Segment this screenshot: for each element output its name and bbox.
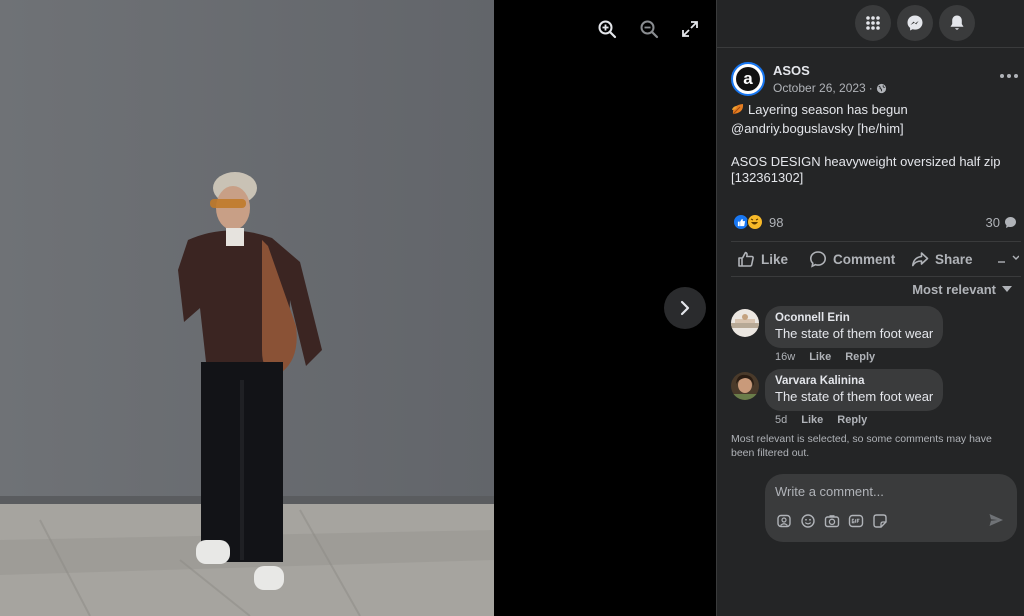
chevron-down-icon: [998, 255, 1019, 263]
comment-composer: [765, 474, 1017, 542]
photo-viewer: [0, 0, 716, 616]
page-avatar-letter: a: [736, 67, 760, 91]
share-button[interactable]: Share: [911, 242, 973, 276]
comment-time[interactable]: 16w: [775, 351, 795, 363]
send-icon[interactable]: [987, 511, 1005, 529]
more-options-button[interactable]: [997, 66, 1021, 86]
reaction-count: 98: [769, 215, 784, 230]
like-icon: [738, 251, 754, 267]
caption-line-1: Layering season has begun: [731, 102, 1021, 121]
chevron-right-icon: [680, 300, 690, 316]
like-button[interactable]: Like: [737, 242, 788, 276]
comment-sort-dropdown[interactable]: Most relevant: [912, 282, 1012, 297]
like-button-label: Like: [761, 251, 789, 267]
comment-bubble: Varvara Kalinina The state of them foot …: [765, 369, 944, 411]
avatar-sticker-icon[interactable]: [775, 512, 793, 530]
post-header: a ASOS October 26, 2023 ·: [731, 60, 1021, 100]
comment-count-value: 30: [985, 215, 1000, 230]
sort-label: Most relevant: [912, 282, 996, 297]
caret-down-icon: [1002, 286, 1012, 292]
grid-menu-icon: [866, 16, 880, 30]
filter-note: Most relevant is selected, so some comme…: [731, 433, 992, 459]
post-action-bar: Like Comment Share: [731, 241, 1021, 277]
globe-icon: [876, 83, 886, 93]
comment-button[interactable]: Comment: [809, 242, 895, 276]
top-bar: [717, 0, 1024, 48]
comment-icon: [809, 251, 827, 268]
comment-time[interactable]: 5d: [775, 414, 787, 426]
camera-icon[interactable]: [823, 512, 841, 530]
comment-text: The state of them foot wear: [775, 326, 934, 341]
comment-text: The state of them foot wear: [775, 389, 934, 404]
post-caption: Layering season has begun @andriy.bogusl…: [731, 102, 1021, 187]
page-name-link[interactable]: ASOS: [773, 63, 810, 78]
comment-reply-link[interactable]: Reply: [845, 351, 875, 363]
comment-author[interactable]: Oconnell Erin: [775, 312, 933, 324]
zoom-in-icon[interactable]: [592, 14, 622, 44]
share-icon: [912, 252, 929, 267]
gif-icon[interactable]: [847, 512, 865, 530]
comment-avatar[interactable]: [731, 372, 759, 400]
comment-avatar[interactable]: [731, 309, 759, 337]
comment-bubble: Oconnell Erin The state of them foot wea…: [765, 306, 944, 348]
post-date[interactable]: October 26, 2023: [773, 81, 866, 95]
caption-text: Layering season has begun: [748, 102, 908, 117]
comment-actions: 16w Like Reply: [775, 351, 875, 363]
comment-input[interactable]: [775, 482, 1005, 500]
notifications-button[interactable]: [939, 5, 975, 41]
messenger-icon: [907, 15, 923, 31]
menu-button[interactable]: [855, 5, 891, 41]
comment-bubble-icon: [1005, 217, 1016, 228]
caption-product-code: [132361302]: [731, 170, 804, 185]
leaf-icon: [731, 102, 745, 121]
comment-count[interactable]: 30: [986, 215, 1017, 230]
comment-like-link[interactable]: Like: [809, 351, 831, 363]
comment-button-label: Comment: [833, 251, 896, 267]
post-meta: October 26, 2023 ·: [773, 81, 887, 95]
reaction-summary[interactable]: 98 30: [731, 212, 1017, 232]
meta-separator: ·: [868, 81, 873, 95]
comment-like-link[interactable]: Like: [801, 414, 823, 426]
comment-reply-link[interactable]: Reply: [837, 414, 867, 426]
photo-illustration: [0, 0, 494, 616]
zoom-out-icon[interactable]: [634, 14, 664, 44]
share-options-button[interactable]: [997, 242, 1019, 276]
sticker-icon[interactable]: [871, 512, 889, 530]
bell-icon: [950, 15, 964, 30]
comment-actions: 5d Like Reply: [775, 414, 867, 426]
next-photo-button[interactable]: [664, 287, 706, 329]
page-avatar[interactable]: a: [731, 62, 765, 96]
post-photo[interactable]: [0, 0, 494, 616]
post-sidebar: a ASOS October 26, 2023 · Layering seaso…: [716, 0, 1024, 616]
caption-mention[interactable]: @andriy.boguslavsky [he/him]: [731, 121, 1021, 138]
emoji-icon[interactable]: [799, 512, 817, 530]
share-button-label: Share: [935, 251, 973, 267]
fullscreen-icon[interactable]: [675, 14, 705, 44]
comment-author[interactable]: Varvara Kalinina: [775, 375, 933, 387]
messenger-button[interactable]: [897, 5, 933, 41]
caption-product-name: ASOS DESIGN heavyweight oversized half z…: [731, 153, 1001, 169]
haha-reaction-icon: [747, 214, 763, 230]
